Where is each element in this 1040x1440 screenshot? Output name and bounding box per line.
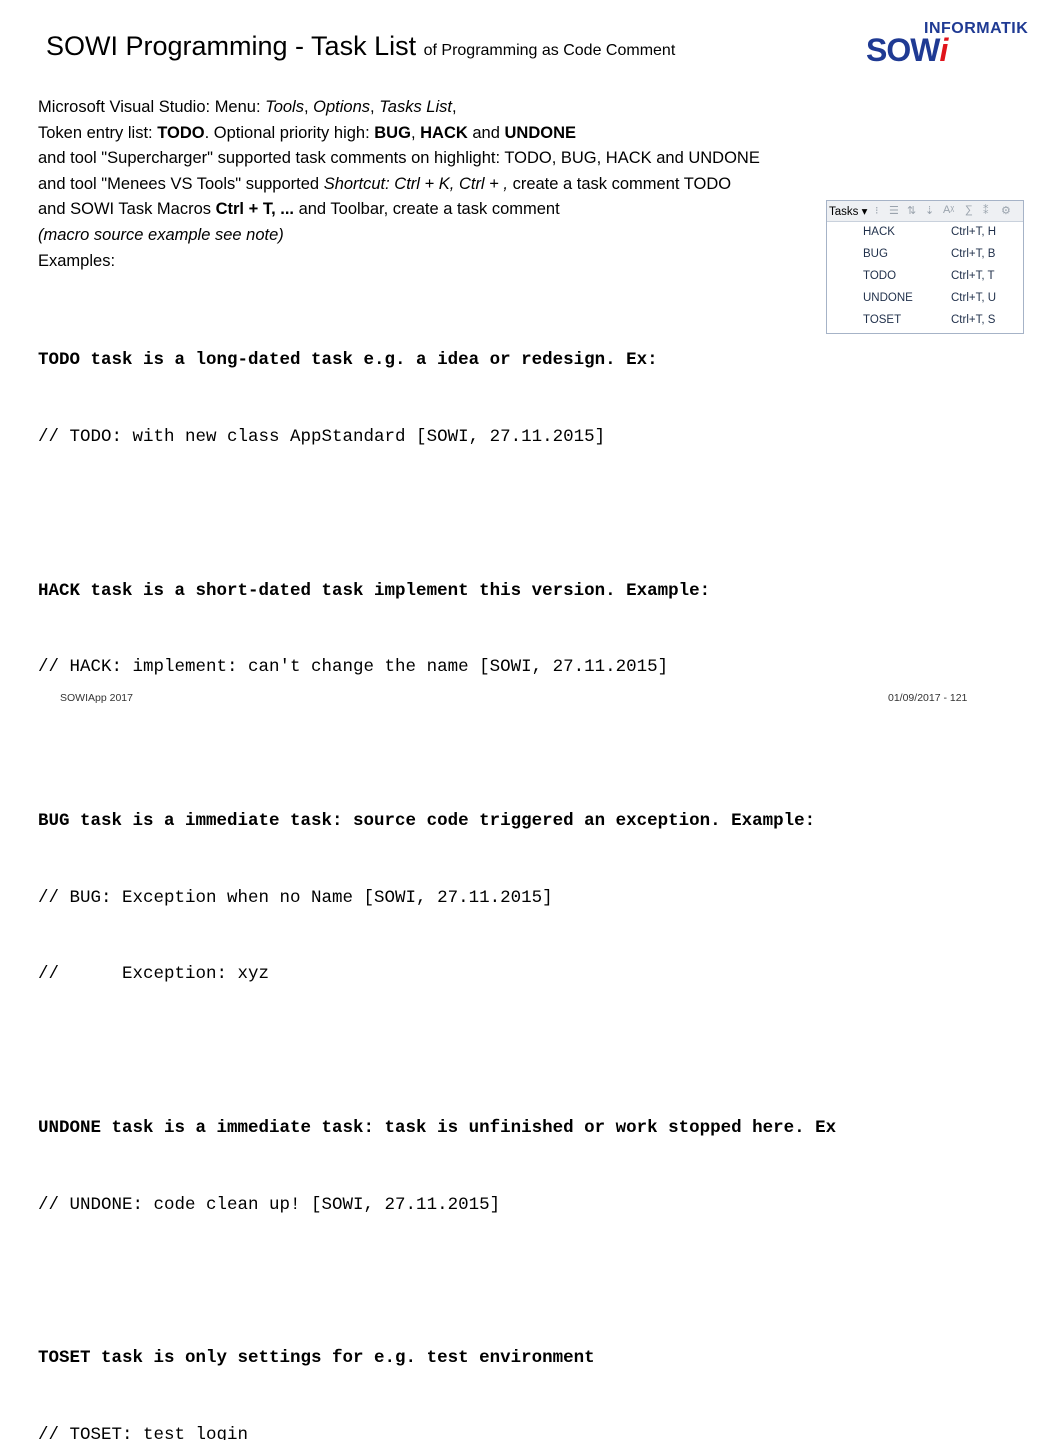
font-icon[interactable]: Aᵡ	[943, 204, 954, 216]
settings-icon[interactable]: ⚙	[1001, 204, 1011, 217]
intro-text: Microsoft Visual Studio: Menu: Tools, Op…	[38, 95, 760, 274]
menu-item-bug[interactable]: BUG Ctrl+T, B	[827, 244, 1023, 266]
sort-icon[interactable]: ⇅	[907, 204, 916, 217]
hack-example: // HACK: implement: can't change the nam…	[38, 657, 669, 678]
group-icon[interactable]: ⁑	[983, 204, 989, 217]
toset-example: // TOSET: test login	[38, 1425, 249, 1440]
menu-item-hack[interactable]: HACK Ctrl+T, H	[827, 222, 1023, 244]
undone-example: // UNDONE: code clean up! [SOWI, 27.11.2…	[38, 1194, 501, 1215]
sowi-informatik-logo: INFORMATIK SOWi	[866, 20, 1036, 70]
list-icon[interactable]: ☰	[889, 204, 899, 217]
intro-line-2: Token entry list: TODO. Optional priorit…	[38, 123, 576, 142]
logo-sow: SOW	[866, 32, 940, 68]
undone-heading: UNDONE task is a immediate task: task is…	[38, 1118, 837, 1138]
todo-example: // TODO: with new class AppStandard [SOW…	[38, 426, 606, 447]
bug-example: // BUG: Exception when no Name [SOWI, 27…	[38, 887, 553, 908]
tasks-toolbar-panel: Tasks ▾ ⁝ ☰ ⇅ ⇣ Aᵡ ∑ ⁑ ⚙ HACK Ctrl+T, H …	[826, 200, 1024, 334]
bug-example-2: // Exception: xyz	[38, 964, 270, 985]
intro-line-1: Microsoft Visual Studio: Menu: Tools, Op…	[38, 98, 457, 116]
hack-heading: HACK task is a short-dated task implemen…	[38, 580, 711, 601]
toset-heading: TOSET task is only settings for e.g. tes…	[38, 1348, 595, 1369]
intro-line-7: Examples:	[38, 251, 116, 270]
arrow-down-icon[interactable]: ⇣	[925, 204, 934, 217]
intro-line-5: and SOWI Task Macros Ctrl + T, ... and T…	[38, 200, 560, 219]
title-subtitle: of Programming as Code Comment	[423, 42, 676, 59]
todo-heading: TODO task is a long-dated task e.g. a id…	[38, 350, 658, 371]
tasks-toolbar: Tasks ▾ ⁝ ☰ ⇅ ⇣ Aᵡ ∑ ⁑ ⚙	[827, 201, 1023, 222]
logo-sowi-text: SOWi	[866, 32, 948, 68]
intro-line-6: (macro source example see note)	[38, 225, 284, 244]
footer-date-page: 01/09/2017 - 121	[888, 692, 968, 704]
menu-item-undone[interactable]: UNDONE Ctrl+T, U	[827, 288, 1023, 310]
title-main: SOWI Programming - Task List	[46, 31, 417, 61]
intro-line-4: and tool "Menees VS Tools" supported Sho…	[38, 174, 732, 193]
tasks-dropdown-button[interactable]: Tasks ▾	[829, 204, 867, 218]
logo-i: i	[939, 32, 948, 68]
bug-heading: BUG task is a immediate task: source cod…	[38, 810, 816, 831]
intro-line-3: and tool "Supercharger" supported task c…	[38, 149, 760, 168]
sum-icon[interactable]: ∑	[965, 204, 973, 216]
footer-app-name: SOWIApp 2017	[60, 692, 133, 704]
dropdown-arrow-icon: ▾	[861, 206, 868, 218]
overflow-icon[interactable]: ⁝	[875, 204, 879, 217]
slide-title: SOWI Programming - Task List of Programm…	[46, 28, 675, 69]
menu-item-todo[interactable]: TODO Ctrl+T, T	[827, 266, 1023, 288]
menu-item-toset[interactable]: TOSET Ctrl+T, S	[827, 310, 1023, 332]
code-examples: TODO task is a long-dated task e.g. a id…	[38, 297, 836, 1440]
